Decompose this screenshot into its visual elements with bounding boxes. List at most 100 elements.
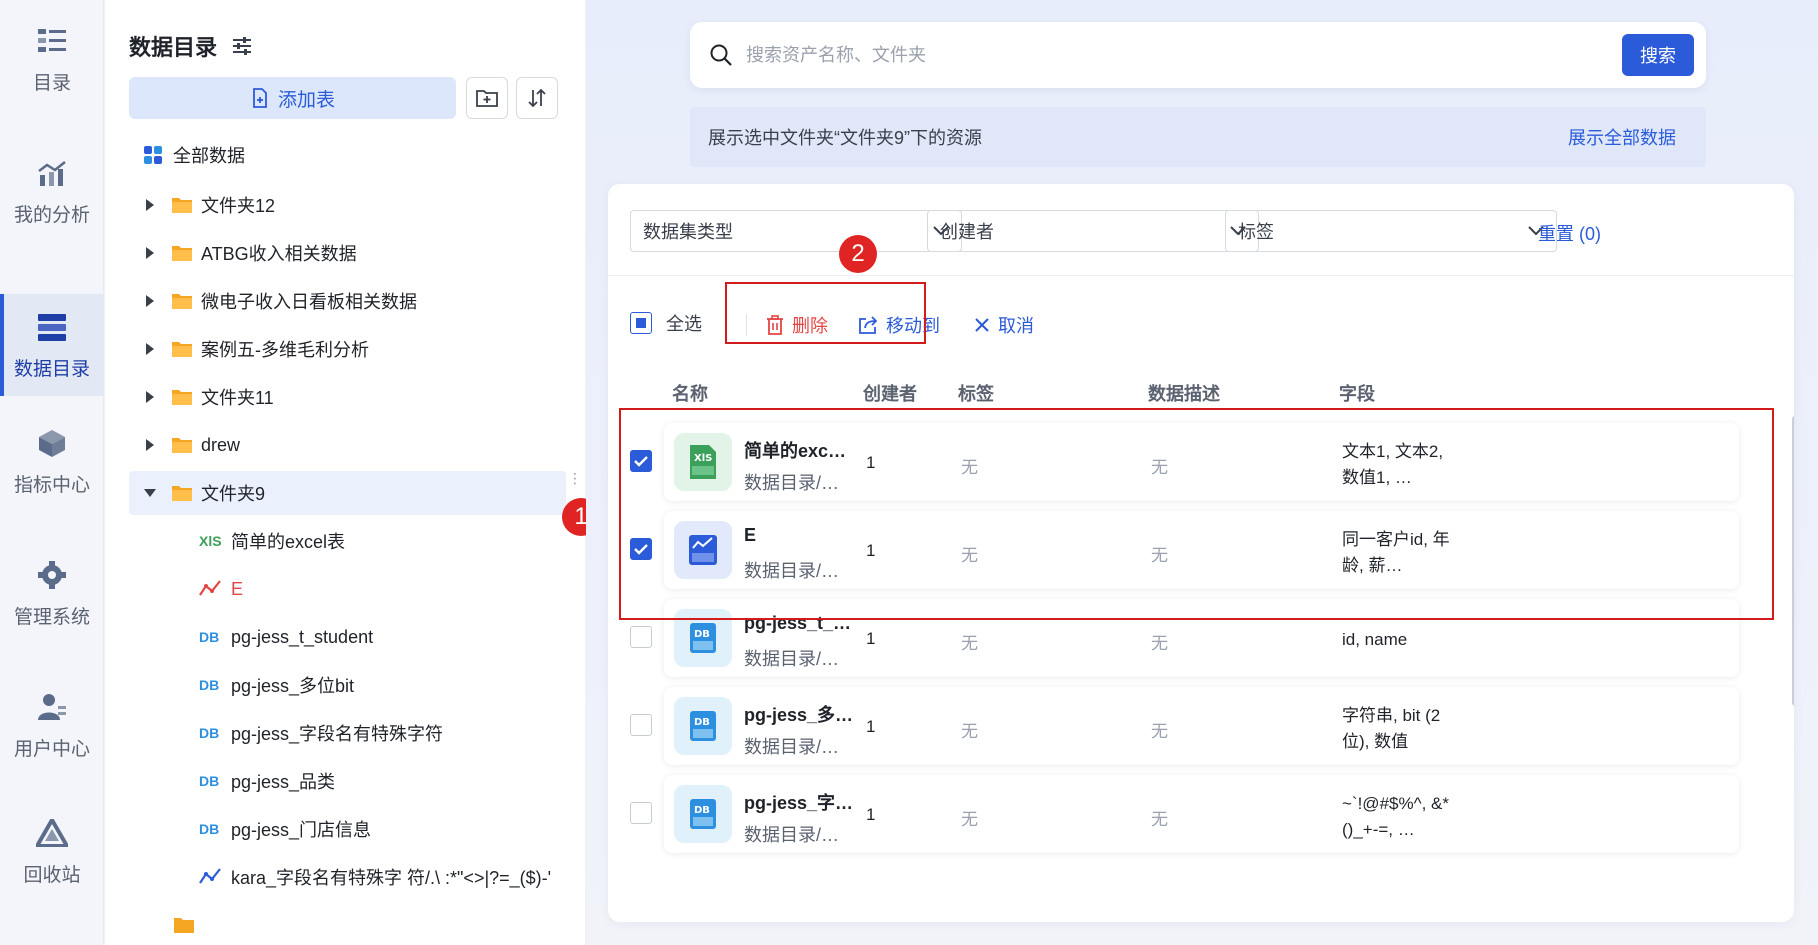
creator-select[interactable]: 创建者 (927, 210, 1259, 252)
scrollbar[interactable] (1792, 416, 1794, 706)
row-checkbox[interactable] (630, 714, 652, 736)
rail-label: 用户中心 (13, 738, 90, 760)
rail-item-data-catalog[interactable]: 数据目录 (0, 294, 104, 396)
dataset-card[interactable]: E 数据目录/文… 1 无 无 同一客户id, 年龄, 薪… (664, 511, 1739, 589)
tree-folder[interactable]: 案例五-多维毛利分析 (129, 327, 566, 371)
rail-item-management[interactable]: 管理系统 (0, 542, 104, 644)
dataset-name[interactable]: pg-jess_t_st… (744, 613, 856, 634)
row-checkbox[interactable] (630, 802, 652, 824)
dataset-tag: 无 (961, 722, 978, 741)
dataset-path: 数据目录/文… (744, 473, 856, 493)
tree-child-item[interactable]: XlS 简单的excel表 (129, 519, 566, 563)
dataset-card[interactable]: DB pg-jess_字段… 数据目录/文… 1 无 无 ~`!@#$%^, &… (664, 775, 1739, 853)
tree-child-item[interactable]: kara_字段名有特殊字 符/.\ :*"<>|?=_($)-' (129, 855, 566, 899)
dataset-desc: 无 (1151, 722, 1168, 741)
row-checkbox-checked[interactable] (630, 538, 652, 560)
reset-filters-button[interactable]: 重置 (0) (1538, 220, 1601, 246)
tree-item-label: drew (201, 434, 241, 455)
chart-dataset-icon (674, 521, 732, 579)
db-small-icon: DB (199, 773, 220, 789)
dataset-fields: id, name (1342, 630, 1408, 649)
tree-child-item[interactable]: DB pg-jess_t_student (129, 615, 566, 659)
tree-child-item[interactable]: DB pg-jess_品类 (129, 759, 566, 803)
folder-icon (172, 342, 192, 357)
table-row[interactable]: DB pg-jess_多位… 数据目录/文… 1 无 无 字符串, bit (2… (608, 681, 1794, 769)
rail-item-metric-center[interactable]: 指标中心 (0, 410, 104, 512)
tree-child-item[interactable]: DB pg-jess_门店信息 (129, 807, 566, 851)
tree-child-item[interactable]: E (129, 567, 566, 611)
tree-item-all-data[interactable]: 全部数据 (129, 133, 566, 177)
tree-item-label: 简单的excel表 (231, 532, 346, 552)
caret-right-icon[interactable] (141, 292, 159, 310)
dataset-fields: 文本1, 文本2, 数值1, … (1342, 442, 1444, 487)
search-input[interactable] (746, 44, 1622, 66)
tree-child-item[interactable]: DB pg-jess_多位bit (129, 663, 566, 707)
search-button[interactable]: 搜索 (1622, 34, 1694, 76)
db-table-icon: DB (674, 785, 732, 843)
tree-item-label: pg-jess_字段名有特殊字符 (231, 724, 444, 744)
sort-button[interactable] (516, 77, 558, 119)
table-row[interactable]: E 数据目录/文… 1 无 无 同一客户id, 年龄, 薪… (608, 505, 1794, 593)
dataset-desc: 无 (1151, 634, 1168, 653)
tree-folder[interactable]: ATBG收入相关数据 (129, 231, 566, 275)
caret-right-icon[interactable] (141, 388, 159, 406)
dataset-card[interactable]: DB pg-jess_t_st… 数据目录/文… 1 无 无 id, name (664, 599, 1739, 677)
dataset-name[interactable]: 简单的excel表 (744, 437, 856, 463)
dataset-desc: 无 (1151, 810, 1168, 829)
rail-item-recycle[interactable]: 回收站 (0, 800, 104, 902)
dataset-name[interactable]: E (744, 525, 856, 546)
user-icon (35, 690, 69, 724)
rail-item-catalog[interactable]: 目录 (0, 8, 104, 110)
dataset-fields: 字符串, bit (2位), 数值 (1342, 706, 1441, 751)
add-table-button[interactable]: 添加表 (129, 77, 456, 119)
cancel-button[interactable]: 取消 (974, 312, 1034, 338)
catalog-icon (35, 24, 69, 58)
dataset-name[interactable]: pg-jess_多位… (744, 701, 856, 727)
dataset-card[interactable]: XlS 简单的excel表 数据目录/文… 1 无 无 文本1, 文本2, 数值… (664, 423, 1739, 501)
caret-right-icon[interactable] (141, 196, 159, 214)
data-catalog-icon (35, 310, 69, 344)
rail-label: 数据目录 (13, 358, 90, 380)
caret-right-icon[interactable] (141, 244, 159, 262)
gear-icon (35, 558, 69, 592)
table-row[interactable]: DB pg-jess_t_st… 数据目录/文… 1 无 无 id, name (608, 593, 1794, 681)
checkbox-indeterminate[interactable] (630, 312, 652, 334)
row-checkbox-checked[interactable] (630, 450, 652, 472)
caret-right-icon[interactable] (141, 436, 159, 454)
folder-icon (173, 916, 195, 939)
svg-text:XlS: XlS (694, 453, 712, 464)
dataset-type-select[interactable]: 数据集类型 (630, 210, 962, 252)
show-all-data-link[interactable]: 展示全部数据 (1568, 124, 1676, 150)
folder-icon (172, 294, 192, 309)
tag-select[interactable]: 标签 (1225, 210, 1557, 252)
table-row[interactable]: XlS 简单的excel表 数据目录/文… 1 无 无 文本1, 文本2, 数值… (608, 417, 1794, 505)
tree-child-item[interactable]: DB pg-jess_字段名有特殊字符 (129, 711, 566, 755)
select-all-checkbox[interactable]: 全选 (630, 310, 702, 336)
tree-folder-selected[interactable]: 文件夹9 (129, 471, 566, 515)
filter-sliders-icon[interactable] (231, 35, 253, 57)
row-checkbox[interactable] (630, 626, 652, 648)
tree-folder[interactable]: 微电子收入日看板相关数据 (129, 279, 566, 323)
dataset-creator: 1 (866, 453, 876, 472)
dataset-desc: 无 (1151, 458, 1168, 477)
tree-folder[interactable]: drew (129, 423, 566, 467)
tree-item-label: 文件夹12 (201, 196, 276, 216)
folder-icon (172, 390, 192, 405)
tree-item-label: pg-jess_t_student (231, 626, 374, 647)
resize-handle-icon[interactable]: ⋮ (568, 470, 582, 487)
tree-folder[interactable]: 文件夹12 (129, 183, 566, 227)
folder-icon (172, 438, 192, 453)
rail-item-user-center[interactable]: 用户中心 (0, 674, 104, 776)
dataset-card[interactable]: DB pg-jess_多位… 数据目录/文… 1 无 无 字符串, bit (2… (664, 687, 1739, 765)
rail-item-my-analysis[interactable]: 我的分析 (0, 140, 104, 242)
dataset-name[interactable]: pg-jess_字段… (744, 789, 856, 815)
delete-button[interactable]: 删除 (766, 312, 828, 338)
caret-down-icon[interactable] (141, 484, 159, 502)
tree-folder[interactable]: 文件夹11 (129, 375, 566, 419)
table-row[interactable]: DB pg-jess_字段… 数据目录/文… 1 无 无 ~`!@#$%^, &… (608, 769, 1794, 857)
move-to-button[interactable]: 移动到 (858, 312, 940, 338)
caret-right-icon[interactable] (141, 340, 159, 358)
new-folder-button[interactable] (466, 77, 508, 119)
rail-label: 目录 (32, 72, 71, 94)
db-small-icon: DB (199, 821, 220, 837)
